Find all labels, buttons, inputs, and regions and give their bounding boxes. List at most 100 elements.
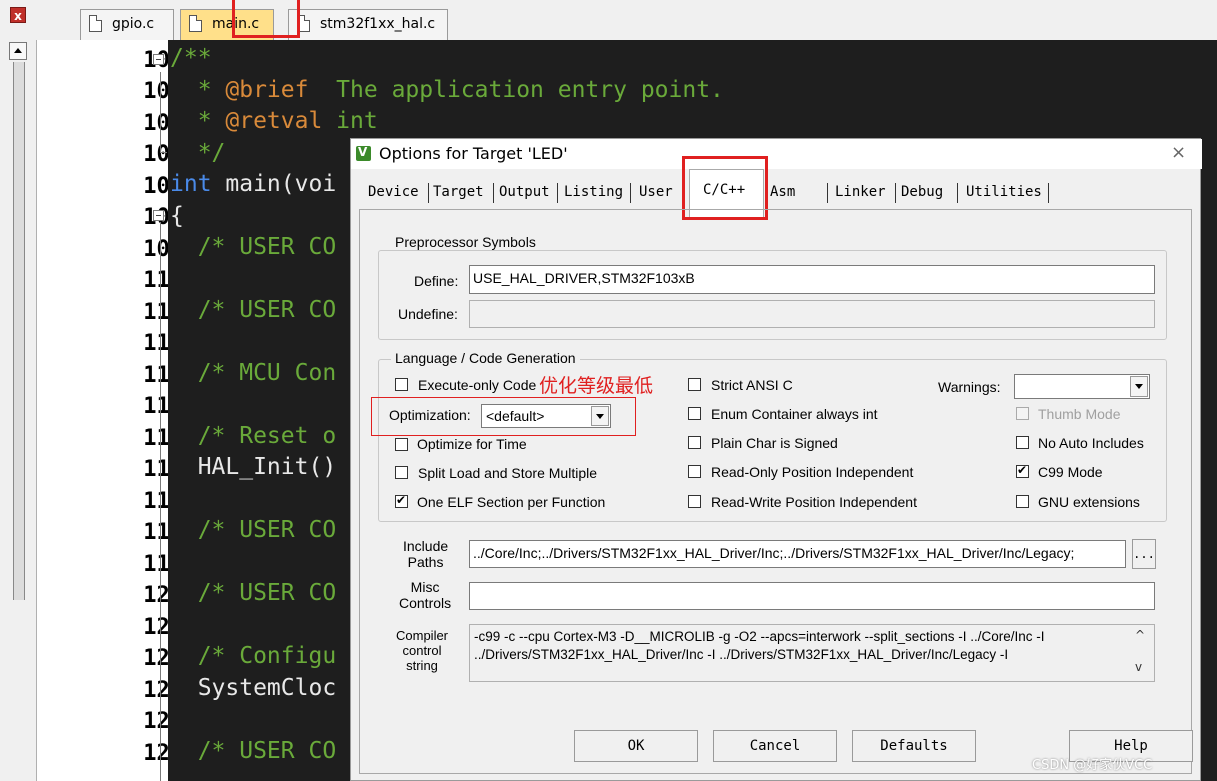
scroll-up-arrow-icon[interactable]: ^ <box>1135 628 1145 642</box>
fold-guide <box>160 222 161 781</box>
preprocessor-group-label: Preprocessor Symbols <box>391 234 540 250</box>
split-load-checkbox[interactable] <box>395 466 408 479</box>
code-line-116: HAL_Init() <box>170 454 337 480</box>
chevron-down-icon[interactable] <box>1130 376 1148 397</box>
ok-button[interactable]: OK <box>574 730 698 762</box>
c99-mode-checkbox[interactable] <box>1016 463 1029 478</box>
misc-controls-label: Misc Controls <box>399 579 451 611</box>
undefine-input[interactable] <box>469 300 1155 328</box>
tab-target[interactable]: Target <box>433 184 484 200</box>
code-line-107: int main(voi <box>170 171 336 197</box>
thumb-mode-checkbox[interactable] <box>1016 407 1029 420</box>
codegen-group-label: Language / Code Generation <box>391 350 580 366</box>
tab-separator <box>630 183 631 203</box>
fold-guide <box>160 72 161 152</box>
tab-separator <box>895 183 896 203</box>
no-auto-includes-checkbox[interactable] <box>1016 436 1029 449</box>
code-line-115: /* Reset o <box>170 423 337 449</box>
compiler-control-label: Compiler control string <box>396 628 448 673</box>
close-file-icon[interactable]: x <box>10 7 26 23</box>
compiler-control-label-line: Compiler <box>396 628 449 643</box>
compiler-control-label-line: string <box>406 658 438 673</box>
tab-separator <box>493 183 494 203</box>
execute-only-label: Execute-only Code <box>418 377 537 393</box>
thumb-mode-label: Thumb Mode <box>1038 406 1121 422</box>
gnu-extensions-checkbox[interactable] <box>1016 495 1029 508</box>
code-line-113: /* MCU Con <box>170 360 337 386</box>
defaults-button[interactable]: Defaults <box>852 730 976 762</box>
define-input[interactable]: USE_HAL_DRIVER,STM32F103xB <box>469 265 1155 294</box>
tab-label: gpio.c <box>112 16 155 32</box>
tab-debug[interactable]: Debug <box>901 184 943 200</box>
tab-listing[interactable]: Listing <box>564 184 623 200</box>
code-line-120: /* USER CO <box>170 580 337 606</box>
tab-utilities[interactable]: Utilities <box>966 184 1042 200</box>
cancel-button[interactable]: Cancel <box>713 730 837 762</box>
tab-gpio-c[interactable]: gpio.c <box>80 9 174 40</box>
one-elf-checkbox[interactable] <box>395 493 408 508</box>
compiler-control-label-line: control <box>402 643 442 658</box>
code-line-123: SystemCloc <box>170 675 337 701</box>
code-token: @retval <box>225 108 323 134</box>
plain-char-checkbox[interactable] <box>688 436 701 449</box>
browse-button[interactable]: ... <box>1132 539 1156 569</box>
code-line-105: * @retval int <box>170 108 378 134</box>
enum-container-label: Enum Container always int <box>711 406 878 422</box>
fold-collapse-icon[interactable] <box>153 54 164 65</box>
optimize-time-label: Optimize for Time <box>417 436 527 452</box>
rw-pos-checkbox[interactable] <box>688 495 701 508</box>
line-number-gutter: 103 104 105 106 107 108 109 110 111 112 … <box>37 40 183 781</box>
ro-pos-label: Read-Only Position Independent <box>711 464 914 480</box>
undefine-label: Undefine: <box>398 306 458 322</box>
watermark: CSDN @好家伙VCC <box>1032 758 1153 773</box>
dialog-title: Options for Target 'LED' <box>379 144 568 163</box>
scroll-up-arrow-icon[interactable] <box>9 42 27 60</box>
dialog-close-icon[interactable]: × <box>1171 142 1186 163</box>
tab-linker[interactable]: Linker <box>835 184 886 200</box>
ro-pos-checkbox[interactable] <box>688 465 701 478</box>
misc-controls-label-line: Misc <box>410 579 440 595</box>
strict-ansi-label: Strict ANSI C <box>711 377 793 393</box>
tab-output[interactable]: Output <box>499 184 550 200</box>
fold-end-mark <box>160 152 167 153</box>
include-paths-input[interactable]: ../Core/Inc;../Drivers/STM32F1xx_HAL_Dri… <box>469 540 1126 568</box>
include-paths-label-line: Paths <box>407 554 444 570</box>
strict-ansi-checkbox[interactable] <box>688 378 701 391</box>
code-line-103: /** <box>170 45 212 71</box>
include-paths-label: Include Paths <box>403 538 448 570</box>
code-token: The application entry point. <box>308 77 724 103</box>
c99-mode-label: C99 Mode <box>1038 464 1103 480</box>
compiler-control-line: ../Drivers/STM32F1xx_HAL_Driver/Inc -I .… <box>474 647 1009 662</box>
code-token: int <box>322 108 378 134</box>
code-token: int <box>170 171 212 197</box>
highlight-main-tab <box>232 0 300 38</box>
split-load-label: Split Load and Store Multiple <box>418 465 597 481</box>
warnings-select[interactable] <box>1014 374 1150 399</box>
tab-separator <box>428 183 429 203</box>
code-line-125: /* USER CO <box>170 738 337 764</box>
tab-label: stm32f1xx_hal.c <box>320 16 436 32</box>
tab-device[interactable]: Device <box>368 184 419 200</box>
keil-logo-icon <box>356 145 371 161</box>
tab-stm32f1xx-hal-c[interactable]: stm32f1xx_hal.c <box>288 9 448 40</box>
code-line-111: /* USER CO <box>170 297 337 323</box>
compiler-control-string: -c99 -c --cpu Cortex-M3 -D__MICROLIB -g … <box>469 624 1155 682</box>
plain-char-label: Plain Char is Signed <box>711 435 838 451</box>
misc-controls-label-line: Controls <box>399 595 452 611</box>
dialog-title-bar[interactable]: Options for Target 'LED' × <box>351 139 1202 169</box>
code-line-109: /* USER CO <box>170 234 337 260</box>
misc-controls-input[interactable] <box>469 582 1155 610</box>
code-token: * <box>170 77 226 103</box>
fold-collapse-icon[interactable] <box>153 210 164 221</box>
enum-container-checkbox[interactable] <box>688 407 701 420</box>
code-line-118: /* USER CO <box>170 517 337 543</box>
tab-user[interactable]: User <box>639 184 673 200</box>
scroll-track[interactable] <box>13 62 25 600</box>
annotation-text: 优化等级最低 <box>539 375 654 397</box>
execute-only-checkbox[interactable] <box>395 378 408 391</box>
file-icon <box>89 15 102 32</box>
scroll-down-arrow-icon[interactable]: v <box>1135 660 1142 674</box>
options-dialog: Options for Target 'LED' × Device Target… <box>350 138 1202 781</box>
optimize-time-checkbox[interactable] <box>395 438 408 451</box>
tab-asm[interactable]: Asm <box>770 184 795 200</box>
